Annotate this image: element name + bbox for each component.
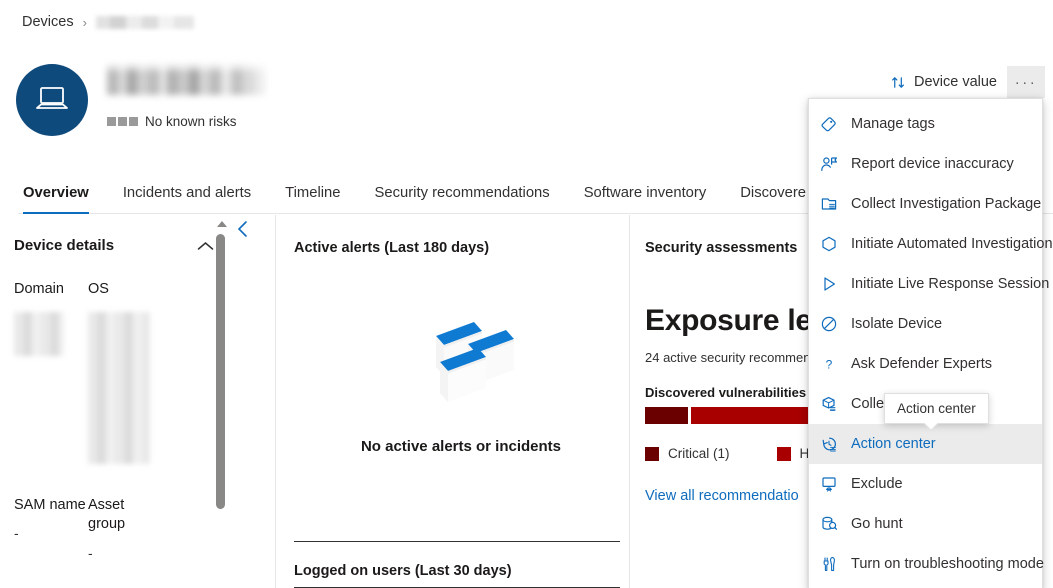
legend-critical-label: Critical (1) <box>668 446 730 461</box>
menu-item-report-device-inaccuracy[interactable]: Report device inaccuracy <box>809 144 1042 184</box>
play-triangle-icon <box>820 275 838 293</box>
active-alerts-empty-state: No active alerts or incidents <box>294 304 628 455</box>
menu-item-label: Manage tags <box>851 116 935 132</box>
device-risk-level: No known risks <box>107 114 237 129</box>
svg-text:?: ? <box>826 357 833 371</box>
breadcrumb: Devices › <box>22 14 194 30</box>
laptop-icon <box>34 85 70 115</box>
collapse-panel-button[interactable] <box>235 219 251 239</box>
block-circle-icon <box>820 315 838 333</box>
device-value-button[interactable]: Device value <box>881 66 1007 98</box>
tab-software-inventory[interactable]: Software inventory <box>567 185 724 213</box>
action-center-tooltip: Action center <box>884 393 989 424</box>
menu-item-initiate-live-response-session[interactable]: Initiate Live Response Session <box>809 264 1042 304</box>
active-alerts-empty-text: No active alerts or incidents <box>361 438 561 455</box>
panel-divider-1 <box>275 215 276 588</box>
database-search-icon <box>820 515 838 533</box>
menu-item-isolate-device[interactable]: Isolate Device <box>809 304 1042 344</box>
menu-item-label: Go hunt <box>851 516 903 532</box>
menu-item-turn-on-troubleshooting-mode[interactable]: Turn on troubleshooting mode <box>809 544 1042 584</box>
bar-segment-critical <box>645 407 688 424</box>
folder-list-icon <box>820 195 838 213</box>
logged-on-users-title: Logged on users (Last 30 days) <box>294 563 512 579</box>
breadcrumb-devices-link[interactable]: Devices <box>22 14 74 30</box>
menu-item-initiate-automated-investigation[interactable]: Initiate Automated Investigation <box>809 224 1042 264</box>
menu-item-collect-investigation-package[interactable]: Collect Investigation Package <box>809 184 1042 224</box>
menu-item-label: Report device inaccuracy <box>851 156 1014 172</box>
active-alerts-title: Active alerts (Last 180 days) <box>294 240 628 256</box>
field-asset-group: Asset group - <box>88 496 162 561</box>
menu-item-label: Ask Defender Experts <box>851 356 992 372</box>
sort-arrows-icon <box>891 75 906 90</box>
field-os: OS <box>88 280 162 464</box>
field-os-value-redacted <box>88 312 150 464</box>
device-name-redacted <box>107 65 265 95</box>
risk-indicator <box>107 114 138 129</box>
field-sam-name-value: - <box>14 525 88 541</box>
panel-divider-2 <box>629 215 630 588</box>
tab-overview[interactable]: Overview <box>18 185 106 213</box>
menu-item-label: Action center <box>851 436 936 452</box>
legend-critical-swatch <box>645 447 659 461</box>
field-domain: Domain <box>14 280 88 464</box>
menu-item-label: Initiate Automated Investigation <box>851 236 1053 252</box>
field-sam-name: SAM name - <box>14 496 88 561</box>
legend-high-swatch <box>777 447 791 461</box>
menu-item-label: Isolate Device <box>851 316 942 332</box>
menu-item-label: Turn on troubleshooting mode <box>851 556 1044 572</box>
menu-item-label: Exclude <box>851 476 903 492</box>
risk-label: No known risks <box>145 114 237 129</box>
menu-item-exclude[interactable]: Exclude <box>809 464 1042 504</box>
toolbar: Device value ··· <box>881 66 1045 98</box>
scrollbar-thumb[interactable] <box>216 234 225 509</box>
field-os-label: OS <box>88 280 162 300</box>
scroll-up-arrow-icon[interactable] <box>217 221 227 227</box>
field-domain-value-redacted <box>14 312 64 356</box>
person-flag-icon <box>820 155 838 173</box>
menu-item-go-hunt[interactable]: Go hunt <box>809 504 1042 544</box>
device-details-fields-2: SAM name - Asset group - <box>14 496 218 561</box>
cards-illustration <box>396 304 526 412</box>
tag-icon <box>820 115 838 133</box>
view-all-recommendations-link[interactable]: View all recommendatio <box>645 488 799 504</box>
question-mark-icon: ? <box>820 355 838 373</box>
tab-incidents-and-alerts[interactable]: Incidents and alerts <box>106 185 268 213</box>
more-actions-button[interactable]: ··· <box>1007 66 1045 98</box>
hexagon-icon <box>820 235 838 253</box>
field-asset-group-value: - <box>88 545 162 561</box>
device-value-label: Device value <box>914 74 997 90</box>
device-details-title: Device details <box>14 237 114 254</box>
sidebar-scrollbar[interactable] <box>214 215 230 588</box>
breadcrumb-separator: › <box>83 15 87 30</box>
field-sam-name-label: SAM name <box>14 496 88 516</box>
panel-rule-1 <box>294 541 620 542</box>
menu-item-label: Initiate Live Response Session <box>851 276 1049 292</box>
legend-critical: Critical (1) <box>645 446 730 461</box>
tab-timeline[interactable]: Timeline <box>268 185 357 213</box>
tooltip-text: Action center <box>897 401 976 416</box>
menu-item-manage-tags[interactable]: Manage tags <box>809 104 1042 144</box>
device-details-header: Device details <box>14 237 218 254</box>
box-3d-icon <box>820 395 838 413</box>
device-avatar <box>16 64 88 136</box>
menu-item-ask-defender-experts[interactable]: ? Ask Defender Experts <box>809 344 1042 384</box>
device-actions-menu: Manage tags Report device inaccuracy Col… <box>808 98 1043 588</box>
field-asset-group-label: Asset group <box>88 496 162 535</box>
breadcrumb-current-redacted <box>96 16 194 29</box>
tools-icon <box>820 555 838 573</box>
history-clock-icon <box>820 435 838 453</box>
tab-security-recommendations[interactable]: Security recommendations <box>358 185 567 213</box>
device-details-fields: Domain OS <box>14 280 218 464</box>
field-domain-label: Domain <box>14 280 88 300</box>
device-details-panel: Device details Domain OS SAM name - <box>0 215 232 588</box>
device-page: Devices › No known risks Device value ··… <box>0 0 1053 588</box>
monitor-x-icon <box>820 475 838 493</box>
active-alerts-panel: Active alerts (Last 180 days) <box>294 215 628 588</box>
tooltip-arrow <box>923 423 940 432</box>
chevron-up-icon <box>197 241 214 251</box>
menu-item-label: Collect Investigation Package <box>851 196 1041 212</box>
